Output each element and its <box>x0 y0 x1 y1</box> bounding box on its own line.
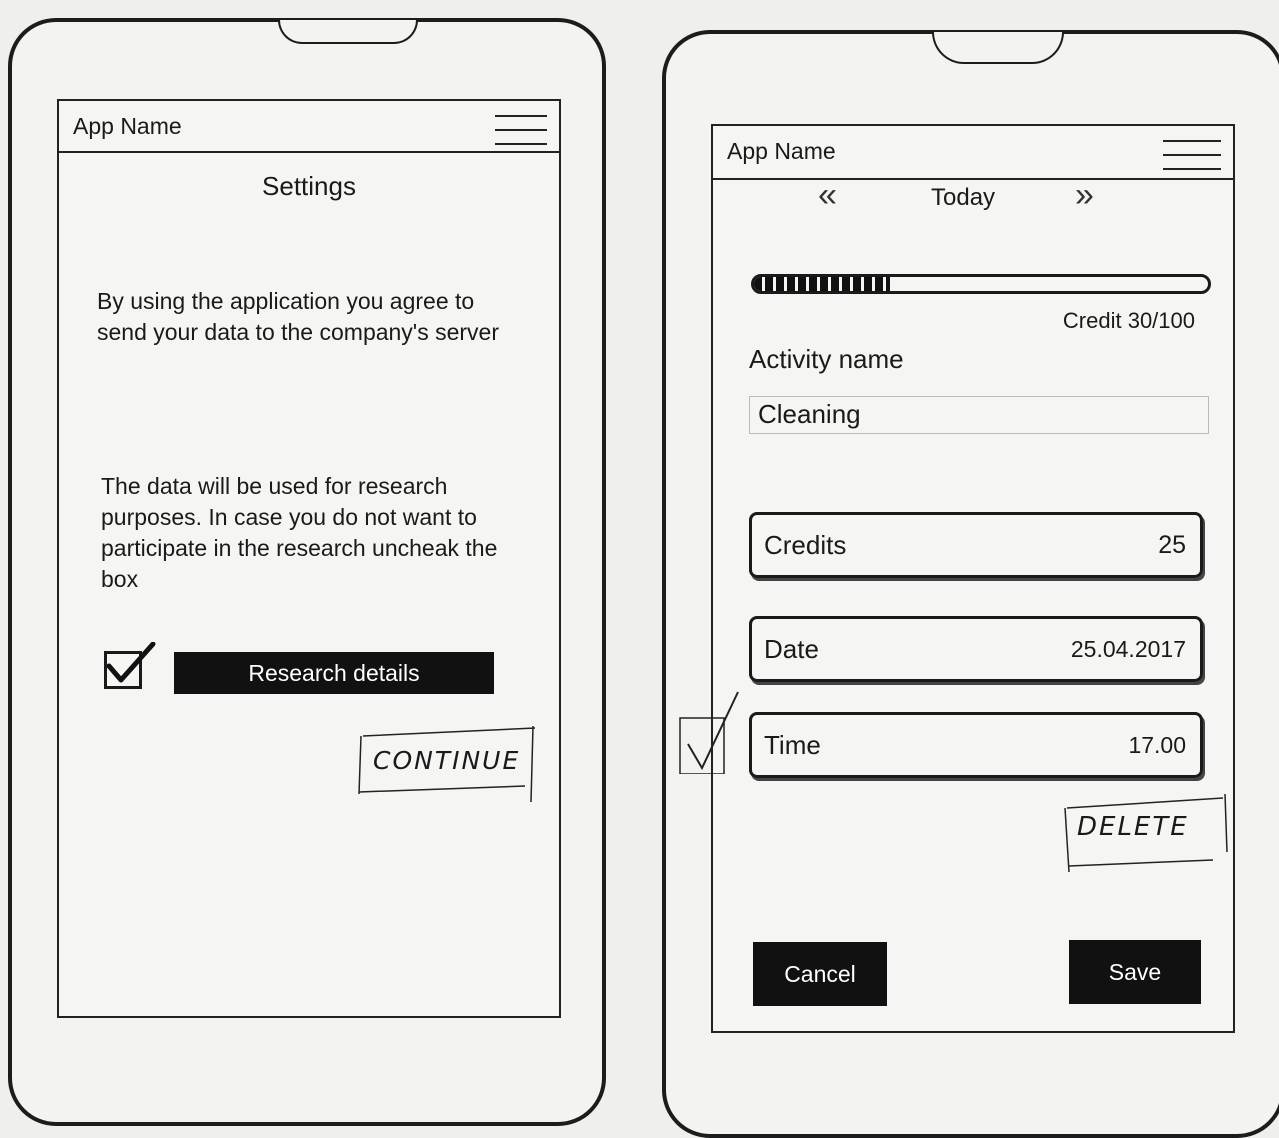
time-field[interactable]: Time 17.00 <box>749 712 1203 778</box>
app-name: App Name <box>727 138 836 164</box>
next-day-icon[interactable]: » <box>1075 176 1094 215</box>
left-screen: App Name Settings By using the applicati… <box>57 99 561 1018</box>
phone-notch <box>932 32 1064 64</box>
credit-label: Credit 30/100 <box>1062 308 1195 333</box>
hamburger-menu-icon[interactable] <box>495 115 547 147</box>
credits-value: 25 <box>1158 530 1186 559</box>
cancel-button[interactable]: Cancel <box>753 942 887 1006</box>
phone-notch <box>278 20 418 44</box>
page-title: Settings <box>262 171 356 201</box>
activity-name-value: Cleaning <box>758 399 861 429</box>
credit-progress-bar <box>751 274 1211 294</box>
right-screen: App Name « Today » Credit 30/100 Activit… <box>711 124 1235 1033</box>
app-bar: App Name <box>713 126 1233 180</box>
time-value: 17.00 <box>1128 731 1186 758</box>
right-phone-frame: App Name « Today » Credit 30/100 Activit… <box>662 30 1279 1138</box>
hamburger-menu-icon[interactable] <box>1163 140 1221 172</box>
credit-progress-fill <box>754 277 891 291</box>
app-name: App Name <box>73 113 182 139</box>
time-label: Time <box>764 729 821 760</box>
consent-text: By using the application you agree to se… <box>97 288 499 345</box>
day-label: Today <box>931 184 996 211</box>
left-phone-frame: App Name Settings By using the applicati… <box>8 18 606 1126</box>
date-field[interactable]: Date 25.04.2017 <box>749 616 1203 682</box>
delete-label: DELETE <box>1077 812 1189 842</box>
activity-name-label: Activity name <box>749 344 904 374</box>
checkmark-icon <box>106 642 156 683</box>
sketched-checkbox[interactable] <box>679 691 739 776</box>
checkmark-icon <box>679 691 739 774</box>
continue-button[interactable]: CONTINUE <box>357 726 542 804</box>
research-info-text: The data will be used for research purpo… <box>101 473 498 592</box>
research-details-button[interactable]: Research details <box>174 652 494 694</box>
credits-field[interactable]: Credits 25 <box>749 512 1203 578</box>
research-checkbox[interactable] <box>104 642 156 689</box>
app-bar: App Name <box>59 101 559 153</box>
save-button[interactable]: Save <box>1069 940 1201 1004</box>
credits-label: Credits <box>764 529 847 560</box>
date-label: Date <box>764 633 819 664</box>
activity-name-input[interactable]: Cleaning <box>749 396 1209 434</box>
delete-button[interactable]: DELETE <box>1063 794 1231 874</box>
continue-label: CONTINUE <box>373 746 521 775</box>
prev-day-icon[interactable]: « <box>818 176 837 215</box>
date-value: 25.04.2017 <box>1070 635 1186 662</box>
